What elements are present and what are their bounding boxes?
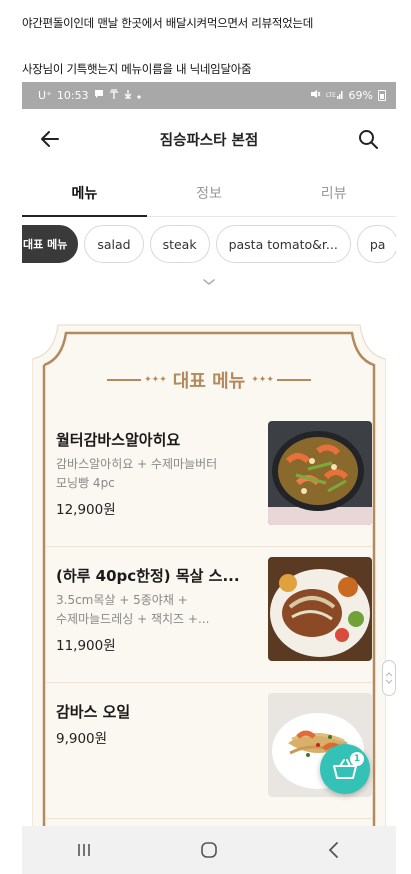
home-icon[interactable] bbox=[179, 830, 239, 870]
tab-bar: 메뉴 정보 리뷰 bbox=[22, 169, 396, 217]
category-chips: 대표 메뉴 salad steak pasta tomato&r... pa bbox=[22, 217, 396, 271]
search-icon[interactable] bbox=[352, 123, 384, 155]
tab-review[interactable]: 리뷰 bbox=[271, 169, 396, 216]
menu-item-desc-line: 감바스알아히요 + 수제마늘버터 bbox=[56, 457, 218, 471]
chip-pasta-tomato[interactable]: pasta tomato&r... bbox=[215, 225, 351, 263]
status-bar: U⁺ 10:53 LTE 69% bbox=[22, 82, 396, 109]
chip-salad[interactable]: salad bbox=[84, 225, 144, 263]
menu-item-name: 월터감바스알아히요 bbox=[56, 431, 181, 449]
section-header: ✦✦✦ 대표 메뉴 ✦✦✦ bbox=[46, 349, 372, 411]
app-bar: 짐승파스타 본점 bbox=[22, 109, 396, 169]
card-content: ✦✦✦ 대표 메뉴 ✦✦✦ 월터감바스알아히요 감바스알아히요 + 수제마늘버터… bbox=[46, 349, 372, 874]
arrow-left-icon[interactable] bbox=[34, 123, 66, 155]
menu-item-text: (하루 40pc한정) 목살 스... 3.5cm목살 + 5종야채 + 수제마… bbox=[56, 565, 256, 654]
caption-line-1: 야간편돌이인데 맨날 한곳에서 배달시켜먹으면서 리뷰적었는데 bbox=[22, 16, 313, 30]
phone-screenshot: U⁺ 10:53 LTE 69% 짐승파스타 본점 메뉴 정보 리뷰 대표 메뉴… bbox=[22, 82, 396, 874]
menu-item-price: 12,900원 bbox=[56, 502, 116, 518]
carrier-label: U⁺ bbox=[38, 89, 52, 102]
wifi-notification-icon bbox=[109, 89, 119, 102]
right-ornament-icon: ✦✦✦ bbox=[251, 375, 311, 385]
menu-item-price: 11,900원 bbox=[56, 638, 116, 654]
menu-item-photo-pork-steak[interactable] bbox=[268, 557, 372, 661]
scroll-handle[interactable] bbox=[382, 660, 396, 696]
cart-button[interactable]: 1 bbox=[320, 744, 370, 794]
dot-icon bbox=[136, 89, 141, 102]
menu-item-name: 감바스 오일 bbox=[56, 703, 131, 721]
clock: 10:53 bbox=[56, 89, 89, 102]
menu-item[interactable]: 감바스 오일 9,900원 bbox=[46, 683, 372, 819]
nav-back-icon[interactable] bbox=[304, 830, 364, 870]
download-icon bbox=[124, 89, 132, 102]
menu-item[interactable]: (하루 40pc한정) 목살 스... 3.5cm목살 + 5종야채 + 수제마… bbox=[46, 547, 372, 683]
left-ornament-icon: ✦✦✦ bbox=[107, 375, 167, 385]
menu-item[interactable]: 월터감바스알아히요 감바스알아히요 + 수제마늘버터 모닝빵 4pc 12,90… bbox=[46, 411, 372, 547]
menu-item-desc: 감바스알아히요 + 수제마늘버터 모닝빵 4pc bbox=[56, 455, 256, 493]
svg-text:LTE: LTE bbox=[326, 92, 336, 99]
tab-info[interactable]: 정보 bbox=[147, 169, 272, 216]
menu-item-price: 9,900원 bbox=[56, 731, 108, 747]
recent-apps-icon[interactable] bbox=[54, 830, 114, 870]
menu-item-desc: 3.5cm목살 + 5종야채 + 수제마늘드레싱 + 잭치즈 +... bbox=[56, 591, 256, 629]
menu-item-name: (하루 40pc한정) 목살 스... bbox=[56, 567, 240, 585]
menu-item-photo-gambas[interactable] bbox=[268, 421, 372, 525]
signal-icon: LTE bbox=[326, 89, 344, 102]
chip-steak[interactable]: steak bbox=[149, 225, 210, 263]
caption-line-2: 사장님이 기특햇는지 메뉴이름을 내 닉네임달아줌 bbox=[22, 62, 252, 76]
chip-signature-menu[interactable]: 대표 메뉴 bbox=[22, 225, 79, 263]
chip-pasta-more[interactable]: pa bbox=[356, 225, 396, 263]
chat-icon bbox=[94, 89, 104, 102]
system-nav-bar bbox=[22, 826, 396, 874]
menu-item-text: 월터감바스알아히요 감바스알아히요 + 수제마늘버터 모닝빵 4pc 12,90… bbox=[56, 429, 256, 518]
menu-item-desc-line: 수제마늘드레싱 + 잭치즈 +... bbox=[56, 612, 210, 626]
menu-item-desc-line: 모닝빵 4pc bbox=[56, 476, 115, 490]
battery-icon bbox=[378, 90, 386, 101]
expand-chevron-icon[interactable] bbox=[22, 271, 396, 293]
store-title: 짐승파스타 본점 bbox=[159, 132, 259, 149]
menu-item-text: 감바스 오일 9,900원 bbox=[56, 701, 256, 747]
section-title: 대표 메뉴 bbox=[172, 371, 246, 392]
mute-icon bbox=[310, 89, 321, 102]
cart-count-badge: 1 bbox=[350, 752, 364, 766]
battery-percent: 69% bbox=[348, 89, 373, 102]
tab-menu[interactable]: 메뉴 bbox=[22, 169, 147, 217]
menu-item-desc-line: 3.5cm목살 + 5종야채 + bbox=[56, 593, 188, 607]
